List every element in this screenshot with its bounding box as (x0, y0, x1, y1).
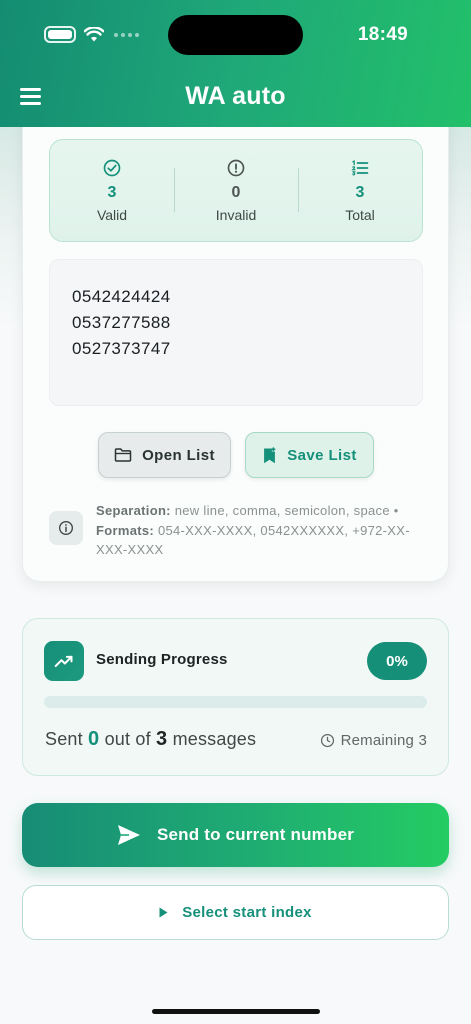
valid-count: 3 (107, 184, 117, 201)
sent-middle: out of (104, 729, 151, 749)
send-to-current-number-button[interactable]: Send to current number (22, 803, 449, 867)
cellular-signal-icon (114, 32, 139, 37)
format-info: Separation: new line, comma, semicolon, … (49, 501, 425, 560)
total-count: 3 (355, 184, 365, 201)
formats-label: Formats: (96, 522, 155, 538)
sent-count: 0 (88, 728, 100, 750)
numbers-card: 3 Valid 0 Invalid 3 Total 0542424424 053… (22, 110, 449, 582)
folder-icon (114, 448, 132, 462)
list-buttons: Open List Save List (98, 432, 374, 478)
remaining-info: Remaining 3 (320, 732, 427, 749)
status-time: 18:49 (357, 24, 408, 45)
battery-icon (44, 26, 76, 43)
sent-suffix: messages (172, 729, 257, 749)
wifi-icon (84, 26, 104, 41)
send-icon (117, 825, 140, 845)
separation-label: Separation: (96, 503, 171, 518)
stats-panel: 3 Valid 0 Invalid 3 Total (49, 139, 423, 242)
phone-number-line: 0537277588 (72, 313, 171, 332)
invalid-label: Invalid (215, 207, 257, 223)
format-info-text: Separation: new line, comma, semicolon, … (96, 501, 425, 560)
info-icon-box (49, 511, 83, 545)
stat-valid: 3 Valid (50, 140, 174, 241)
trending-up-icon-box (44, 641, 84, 681)
sending-progress-card: Sending Progress 0% Sent 0 out of 3 mess… (22, 618, 449, 776)
total-messages-count: 3 (156, 728, 168, 750)
trending-up-icon (54, 655, 73, 667)
clock-icon (320, 733, 334, 748)
phone-number-line: 0527373747 (72, 339, 171, 358)
phone-number-line: 0542424424 (72, 287, 171, 306)
stat-invalid: 0 Invalid (174, 140, 298, 241)
start-index-label: Select start index (182, 904, 312, 921)
open-list-label: Open List (142, 446, 215, 464)
select-start-index-button[interactable]: Select start index (22, 885, 449, 940)
info-icon (59, 521, 73, 535)
bookmark-add-icon (264, 446, 276, 463)
play-icon (159, 907, 168, 918)
save-list-label: Save List (287, 446, 357, 464)
open-list-button[interactable]: Open List (98, 432, 231, 478)
invalid-count: 0 (231, 184, 241, 201)
progress-bar (44, 696, 427, 708)
home-indicator (152, 1009, 320, 1014)
send-button-label: Send to current number (156, 825, 355, 844)
phone-numbers-input[interactable]: 0542424424 0537277588 0527373747 (49, 259, 423, 406)
alert-circle-icon (227, 159, 245, 177)
page-title: WA auto (185, 82, 286, 110)
separation-text: new line, comma, semicolon, space • (174, 503, 399, 518)
check-circle-icon (103, 159, 121, 177)
sent-summary: Sent 0 out of 3 messages (45, 728, 256, 751)
numbered-list-icon (351, 160, 369, 176)
status-icons (44, 26, 139, 43)
stat-total: 3 Total (298, 140, 422, 241)
dynamic-island (168, 15, 303, 55)
sent-prefix: Sent (45, 729, 83, 749)
progress-title: Sending Progress (96, 651, 228, 668)
valid-label: Valid (96, 207, 128, 223)
progress-percent-badge: 0% (367, 642, 427, 680)
total-label: Total (345, 207, 375, 223)
remaining-label: Remaining 3 (340, 732, 427, 749)
save-list-button[interactable]: Save List (245, 432, 374, 478)
app-header: 18:49 WA auto (0, 0, 471, 127)
